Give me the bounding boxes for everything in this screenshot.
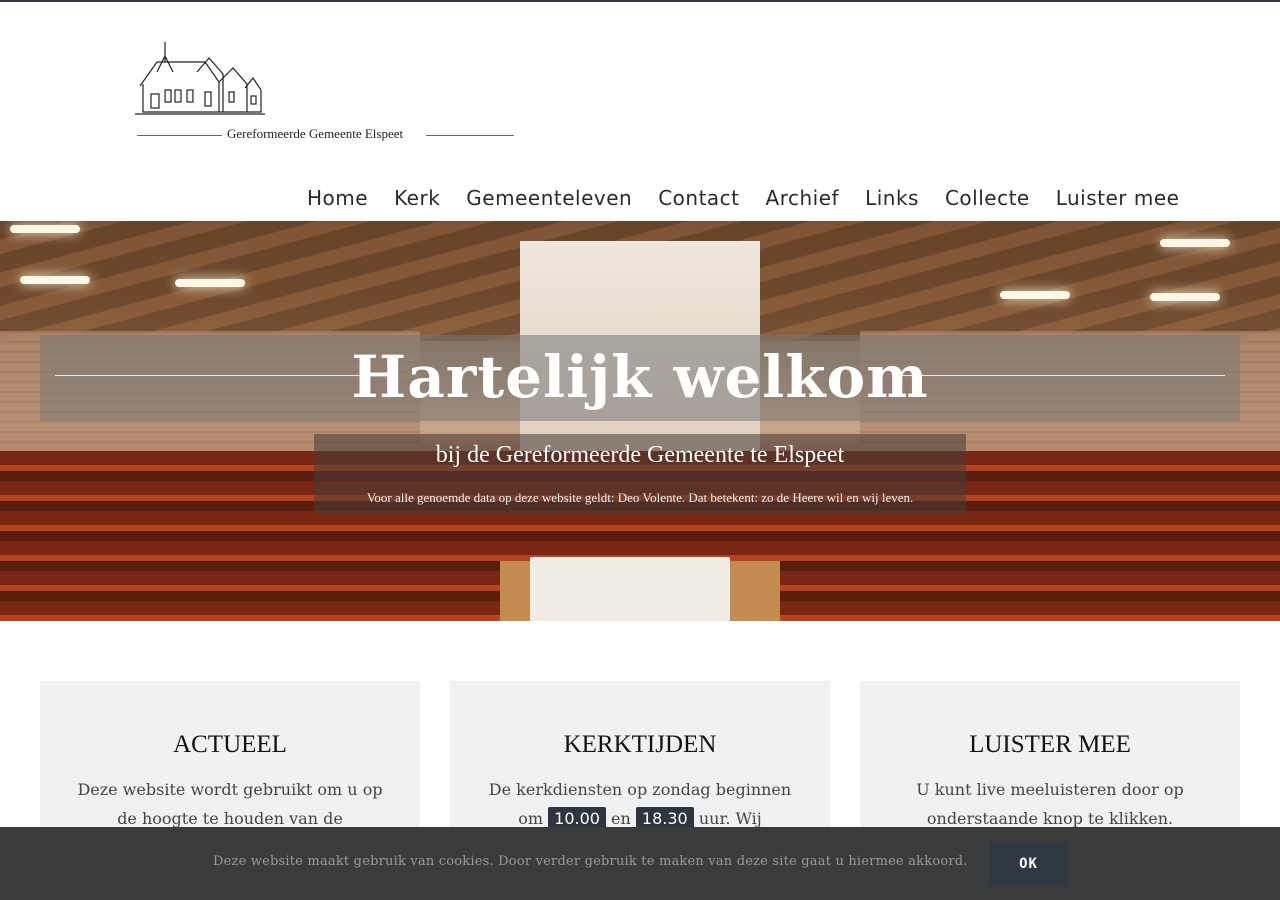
card-text: Deze website wordt gebruikt om u op de h… [77, 780, 383, 828]
hero-lamp [1160, 239, 1230, 247]
cookie-ok-button[interactable]: OK [990, 842, 1067, 885]
nav-item-links[interactable]: Links [854, 186, 930, 216]
cookie-bar: Deze website maakt gebruik van cookies. … [0, 827, 1280, 900]
card-title: LUISTER MEE [969, 731, 1131, 758]
nav-item-collecte[interactable]: Collecte [934, 186, 1041, 216]
site-logo[interactable]: Gereformeerde Gemeente Elspeet [100, 38, 520, 148]
hero-lamp [175, 279, 245, 287]
logo-rule-left [137, 135, 222, 136]
logo-rule-right [426, 135, 514, 136]
hero-bible [530, 557, 730, 621]
nav-item-kerk[interactable]: Kerk [383, 186, 451, 216]
church-drawing-icon [135, 42, 265, 115]
nav-item-gemeenteleven[interactable]: Gemeenteleven [455, 186, 643, 216]
hero-lamp [10, 225, 80, 233]
nav-item-luister-mee[interactable]: Luister mee [1045, 186, 1191, 216]
card-text: U kunt live meeluisteren door op onderst… [916, 780, 1184, 828]
main-nav: Home Kerk Gemeenteleven Contact Archief … [296, 186, 1194, 216]
nav-item-contact[interactable]: Contact [647, 186, 750, 216]
top-border [0, 0, 1280, 2]
hero-lamp [20, 276, 90, 284]
hero-rule-right [892, 375, 1225, 376]
hero-subtitle: bij de Gereformeerde Gemeente te Elspeet [435, 442, 845, 468]
logo-text: Gereformeerde Gemeente Elspeet [227, 126, 404, 141]
hero-note: Voor alle genoemde data op deze website … [366, 490, 914, 505]
hero-banner: Hartelijk welkom bij de Gereformeerde Ge… [0, 221, 1280, 621]
hero-subtitle-box: bij de Gereformeerde Gemeente te Elspeet… [314, 434, 966, 514]
card-text-after: uur. Wij [698, 809, 762, 828]
card-text: De kerkdiensten op zondag beginnen om 10… [480, 775, 800, 833]
nav-item-home[interactable]: Home [296, 186, 379, 216]
card-text-mid: en [611, 809, 631, 828]
card-title: KERKTIJDEN [563, 731, 717, 758]
card-title: ACTUEEL [173, 731, 287, 758]
hero-title: Hartelijk welkom [351, 343, 929, 411]
hero-lamp [1000, 291, 1070, 299]
hero-lamp [1150, 293, 1220, 301]
cookie-message: Deze website maakt gebruik van cookies. … [213, 854, 968, 869]
hero-title-band: Hartelijk welkom [40, 335, 1240, 421]
nav-item-archief[interactable]: Archief [755, 186, 851, 216]
